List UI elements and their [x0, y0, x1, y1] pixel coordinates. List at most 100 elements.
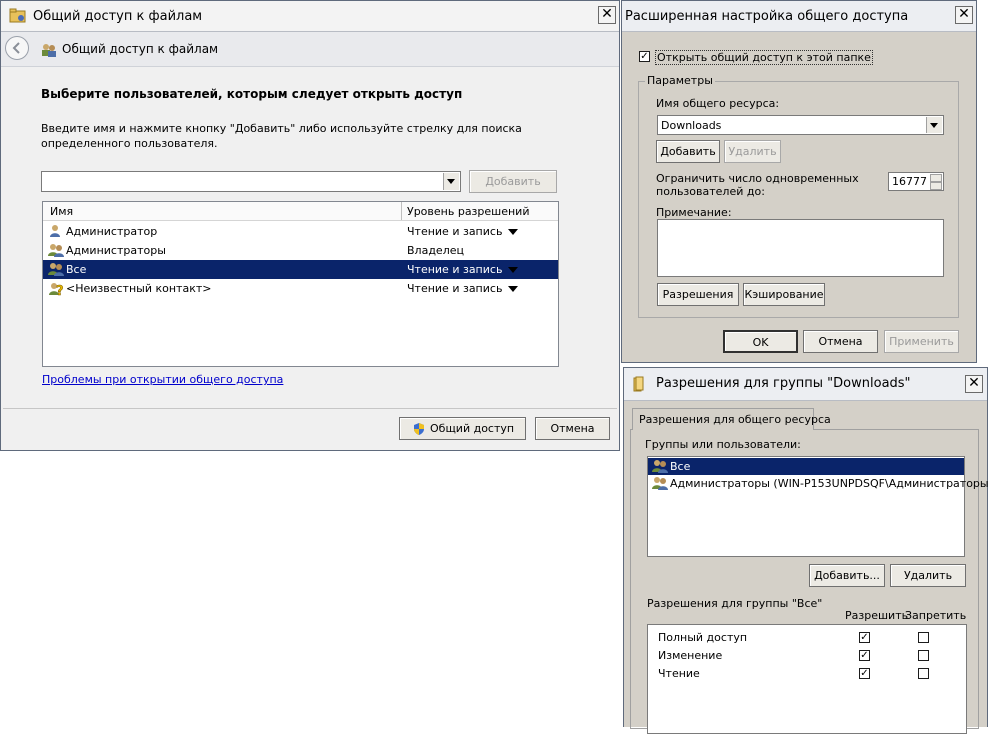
advanced-sharing-titlebar: Расширенная настройка общего доступа ✕	[622, 1, 976, 32]
share-folder-checkbox-label: Открыть общий доступ к этой папке	[655, 50, 873, 65]
table-row[interactable]: Администратор Чтение и запись	[43, 222, 558, 241]
chevron-down-icon[interactable]	[508, 286, 519, 292]
spinner-up-button[interactable]	[930, 174, 942, 182]
permission-name: Изменение	[658, 649, 723, 662]
permission-level[interactable]: Чтение и запись	[407, 282, 519, 295]
user-limit-value: 16777	[892, 175, 927, 188]
permissions-title: Разрешения для группы "Downloads"	[656, 376, 911, 391]
chevron-down-icon[interactable]	[508, 229, 519, 235]
share-permissions-tab-label: Разрешения для общего ресурса	[639, 413, 831, 426]
share-wizard-title: Общий доступ к файлам	[33, 9, 203, 24]
users-group-icon	[652, 459, 668, 473]
user-name: Администратор	[66, 225, 158, 238]
deny-checkbox[interactable]	[918, 632, 929, 643]
unknown-contact-icon: ?	[48, 281, 64, 299]
back-button[interactable]	[5, 36, 29, 60]
users-group-icon	[48, 262, 64, 276]
users-group-icon	[652, 476, 668, 490]
deny-checkbox[interactable]	[918, 668, 929, 679]
principal-delete-button[interactable]: Удалить	[890, 564, 966, 587]
advanced-sharing-close-button[interactable]: ✕	[955, 6, 973, 24]
advanced-apply-button[interactable]: Применить	[884, 330, 959, 353]
users-list-header: Имя Уровень разрешений	[43, 202, 558, 221]
permission-name: Полный доступ	[658, 631, 748, 644]
back-arrow-icon	[12, 42, 20, 54]
spinner-down-button[interactable]	[930, 182, 942, 190]
deny-checkbox[interactable]	[918, 650, 929, 661]
share-wizard-instruction: Введите имя и нажмите кнопку "Добавить" …	[41, 122, 522, 150]
allow-checkbox[interactable]: ✓	[859, 668, 870, 679]
user-limit-spinner[interactable]: 16777	[888, 172, 944, 191]
principal-row[interactable]: Все	[648, 458, 964, 475]
users-list: Имя Уровень разрешений Администратор Чтен…	[42, 201, 559, 367]
wizard-add-button[interactable]: Добавить	[469, 170, 557, 193]
share-name-combo[interactable]: Downloads	[657, 115, 944, 135]
advanced-cancel-button[interactable]: Отмена	[803, 330, 878, 353]
principal-name: Все	[670, 460, 691, 473]
share-name-add-button[interactable]: Добавить	[656, 140, 720, 163]
parameters-group-title: Параметры	[645, 74, 715, 87]
share-folder-checkbox[interactable]: ✓	[639, 51, 650, 62]
users-group-icon	[48, 243, 64, 257]
permission-row: Изменение ✓	[648, 647, 966, 665]
user-name: <Неизвестный контакт>	[66, 282, 212, 295]
permission-level[interactable]: Чтение и запись	[407, 263, 519, 276]
advanced-ok-button[interactable]: OK	[723, 330, 798, 353]
table-row[interactable]: ? <Неизвестный контакт> Чтение и запись	[43, 279, 558, 299]
tab-panel: Группы или пользователи: Все Администрато…	[630, 429, 988, 734]
permission-name: Чтение	[658, 667, 700, 680]
shield-icon	[414, 423, 424, 435]
allow-checkbox[interactable]: ✓	[859, 650, 870, 661]
column-header-permission[interactable]: Уровень разрешений	[407, 205, 529, 218]
comment-label: Примечание:	[656, 206, 732, 219]
share-name-delete-button[interactable]: Удалить	[724, 140, 781, 163]
folder-share-icon	[9, 8, 26, 23]
permissions-close-button[interactable]: ✕	[965, 375, 983, 393]
principal-row[interactable]: Администраторы (WIN-P153UNPDSQF\Админист…	[648, 475, 988, 492]
permission-row: Чтение ✓	[648, 665, 966, 683]
advanced-sharing-window: Расширенная настройка общего доступа ✕ ✓…	[621, 0, 977, 363]
sharing-problems-link[interactable]: Проблемы при открытии общего доступа	[42, 373, 283, 386]
name-combo-input[interactable]	[41, 171, 461, 192]
share-button[interactable]: Общий доступ	[399, 417, 526, 440]
groups-label: Группы или пользователи:	[645, 438, 801, 451]
chevron-down-icon[interactable]	[508, 267, 519, 273]
share-permissions-tab[interactable]: Разрешения для общего ресурса	[632, 408, 831, 430]
wizard-cancel-button[interactable]: Отмена	[535, 417, 610, 440]
svg-text:?: ?	[56, 284, 64, 297]
permission-level[interactable]: Чтение и запись	[407, 225, 519, 238]
permission-level-text: Владелец	[407, 244, 464, 257]
share-name-value: Downloads	[661, 119, 722, 132]
folder-icon	[633, 376, 644, 392]
caching-button[interactable]: Кэширование	[743, 283, 825, 306]
deny-column-header: Запретить	[905, 609, 967, 622]
principals-list: Все Администраторы (WIN-P153UNPDSQF\Админ…	[647, 456, 988, 557]
table-row[interactable]: Администраторы Владелец	[43, 241, 558, 260]
principal-add-button[interactable]: Добавить...	[809, 564, 885, 587]
share-wizard-titlebar: Общий доступ к файлам ✕	[1, 1, 619, 32]
permission-level-text: Чтение и запись	[407, 225, 503, 238]
share-wizard-window: Общий доступ к файлам ✕ Общий доступ к ф…	[0, 0, 620, 451]
permission-level: Владелец	[407, 244, 464, 257]
allow-checkbox[interactable]: ✓	[859, 632, 870, 643]
column-divider	[401, 202, 402, 220]
table-row[interactable]: Все Чтение и запись	[43, 260, 558, 279]
permissions-window: Разрешения для группы "Downloads" ✕ Разр…	[623, 367, 988, 734]
share-wizard-close-button[interactable]: ✕	[598, 6, 616, 24]
permission-level-text: Чтение и запись	[407, 263, 503, 276]
user-limit-label-line1: Ограничить число одновременных	[656, 172, 859, 185]
share-button-label: Общий доступ	[430, 422, 515, 435]
parameters-group: Параметры Имя общего ресурса: Downloads …	[638, 74, 959, 318]
permission-level-text: Чтение и запись	[407, 282, 503, 295]
allow-column-header: Разрешить	[845, 609, 909, 622]
permissions-button[interactable]: Разрешения	[657, 283, 739, 306]
share-name-label: Имя общего ресурса:	[656, 97, 780, 110]
column-header-name[interactable]: Имя	[50, 205, 73, 218]
share-wizard-heading: Выберите пользователей, которым следует …	[41, 87, 463, 101]
share-name-dropdown-button[interactable]	[926, 117, 942, 133]
user-icon	[48, 224, 62, 238]
name-combo-dropdown-button[interactable]	[443, 173, 459, 190]
user-limit-label-line2: пользователей до:	[656, 185, 765, 198]
permissions-list: Полный доступ ✓ Изменение ✓ Чтение ✓	[647, 624, 967, 734]
comment-textarea[interactable]	[657, 219, 944, 277]
